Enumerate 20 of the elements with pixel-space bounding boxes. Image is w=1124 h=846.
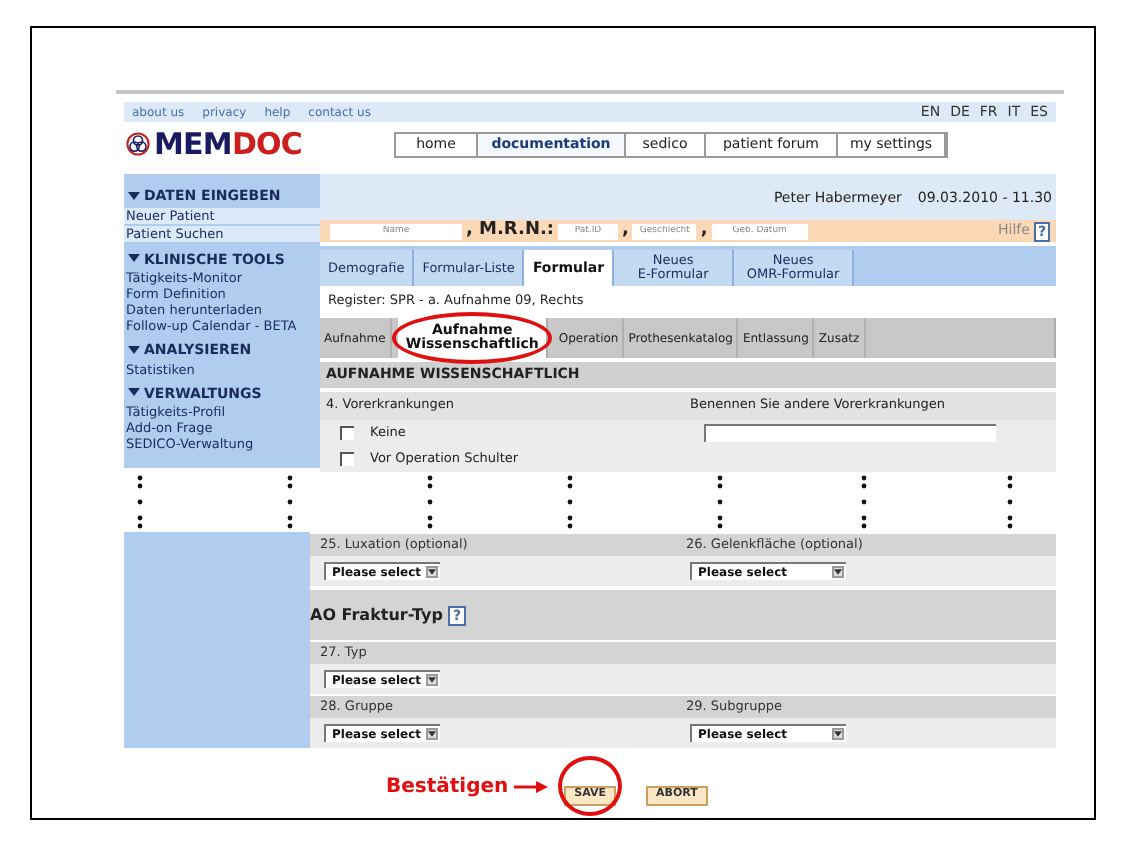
dropdown-arrow-icon: [832, 566, 844, 578]
dropdown-arrow-icon: [426, 566, 438, 578]
logo-text: MEMDOC: [154, 129, 303, 159]
caret-icon: [128, 388, 140, 399]
dropdown-arrow-icon: [426, 674, 438, 686]
logo-icon: [126, 132, 150, 156]
caret-icon: [128, 345, 140, 356]
checkbox[interactable]: [340, 426, 354, 440]
caret-icon: [128, 254, 140, 265]
patient-label: , M.R.N.:: [466, 217, 554, 244]
caret-icon: [128, 191, 140, 202]
checkbox[interactable]: [340, 452, 354, 466]
patient-label: ,: [622, 217, 629, 244]
section-title: AO Fraktur-Typ: [310, 603, 443, 627]
text-input[interactable]: [704, 424, 996, 442]
dropdown-arrow-icon: [832, 728, 844, 740]
callout-text: Bestätigen: [386, 773, 509, 801]
dropdown-arrow-icon: [426, 728, 438, 740]
patient-label: ,: [700, 217, 708, 244]
arrow-icon: [514, 779, 549, 793]
